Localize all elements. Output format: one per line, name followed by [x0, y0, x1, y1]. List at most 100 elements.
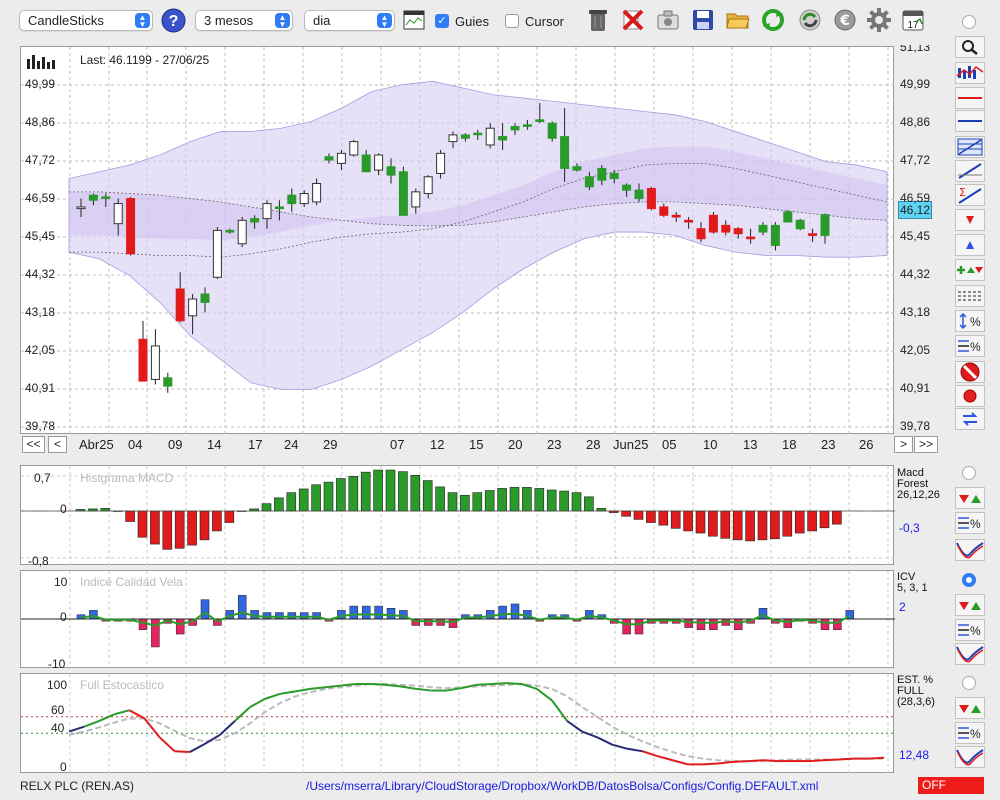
stoch-signals-button[interactable]	[955, 697, 985, 719]
stoch-k-segment	[385, 683, 402, 688]
red-hline-button[interactable]	[955, 87, 985, 109]
dashed-lines-button[interactable]	[955, 285, 985, 307]
macd-bar	[447, 492, 458, 512]
fibonacci-button[interactable]	[955, 136, 985, 158]
candle-pattern-button[interactable]	[955, 62, 985, 84]
open-folder-icon[interactable]	[725, 7, 751, 33]
candle	[634, 189, 644, 200]
settings-gear-icon[interactable]	[866, 7, 892, 33]
main-panel-radio[interactable]	[962, 15, 976, 29]
icv-curve-button[interactable]	[955, 643, 985, 665]
cursor-checkbox[interactable]	[505, 14, 519, 28]
percent-lines-button[interactable]: %	[955, 335, 985, 357]
candle	[76, 206, 86, 210]
delete-icon[interactable]	[620, 7, 646, 33]
macd-title: Histgrama MACD	[80, 471, 174, 485]
signals-icon	[959, 602, 981, 610]
stoch-k-segment	[264, 692, 281, 700]
date-axis-label: 20	[508, 437, 523, 452]
macd-panel[interactable]: Histgrama MACD	[20, 465, 895, 566]
convert-icon[interactable]	[797, 7, 823, 33]
config-path-link[interactable]: /Users/mserra/Library/CloudStorage/Dropb…	[306, 779, 818, 793]
chart-view-icon[interactable]	[401, 7, 427, 33]
arrow-up-button[interactable]	[955, 234, 985, 256]
euro-icon[interactable]: €	[832, 7, 858, 33]
scroll-end-button[interactable]: >>	[914, 436, 938, 453]
interval-select[interactable]: dia ▲ ▼	[304, 10, 395, 31]
scroll-right-button[interactable]: >	[894, 436, 913, 453]
icv-percent-button[interactable]: %	[955, 619, 985, 641]
regression-button[interactable]: Σ	[955, 184, 985, 206]
save-icon[interactable]	[690, 7, 716, 33]
candle	[473, 132, 483, 136]
trend-line-button[interactable]	[955, 160, 985, 182]
calendar-icon[interactable]: 17	[900, 7, 926, 33]
add-signals-button[interactable]	[955, 259, 985, 281]
swap-button[interactable]	[955, 408, 985, 430]
stoch-k-segment	[83, 719, 100, 728]
price-chart-panel[interactable]: Last: 46.1199 - 27/06/25	[20, 46, 895, 435]
macd-curve-button[interactable]	[955, 539, 985, 561]
macd-signals-button[interactable]	[955, 487, 985, 509]
guides-checkbox[interactable]: ✓	[435, 14, 449, 28]
candle	[572, 166, 582, 171]
price-axis-label: 47,72	[900, 153, 931, 167]
price-axis-label: 40,91	[900, 381, 931, 395]
stop-button[interactable]	[955, 361, 985, 383]
candle	[597, 167, 607, 181]
stoch-k-segment	[551, 699, 568, 722]
blue-hline-button[interactable]	[955, 110, 985, 132]
stoch-k-segment	[506, 682, 522, 685]
macd-bar	[708, 510, 718, 537]
zoom-icon	[962, 40, 978, 55]
stoch-k-segment	[295, 687, 311, 693]
macd-bar	[633, 510, 644, 520]
chart-type-select[interactable]: CandleSticks ▲ ▼	[19, 10, 153, 31]
arrow-down-button[interactable]	[955, 209, 985, 231]
stoch-k-segment	[748, 759, 764, 763]
bar-chart-icon[interactable]	[26, 53, 58, 72]
candle	[212, 229, 222, 278]
svg-text:?: ?	[168, 13, 178, 30]
candle	[547, 122, 557, 139]
icv-axis-bottom: -10	[48, 657, 66, 671]
date-axis-label: 26	[859, 437, 874, 452]
dashed-lines-icon	[958, 291, 982, 301]
macd-percent-button[interactable]: %	[955, 512, 985, 534]
icv-signals-button[interactable]	[955, 594, 985, 616]
chevron-updown-icon: ▲ ▼	[135, 13, 150, 29]
stoch-curve-button[interactable]	[955, 746, 985, 768]
trash-icon[interactable]	[585, 7, 611, 33]
icv-panel[interactable]: Indice Calidad Vela	[20, 570, 895, 669]
percent-scale-button[interactable]: %	[955, 310, 985, 332]
stochastic-panel-radio[interactable]	[962, 676, 976, 690]
stoch-k-segment	[717, 760, 734, 765]
icv-panel-radio[interactable]	[962, 573, 976, 587]
percent-lines-icon: %	[958, 517, 981, 531]
zoom-button[interactable]	[955, 36, 985, 58]
macd-bar	[621, 510, 631, 517]
icv-bar	[510, 603, 520, 620]
macd-bar	[509, 487, 520, 512]
stoch-percent-button[interactable]: %	[955, 722, 985, 744]
candle	[758, 224, 768, 233]
last-price-label: Last: 46.1199 - 27/06/25	[80, 53, 210, 67]
stoch-k-segment	[174, 750, 190, 754]
record-button[interactable]	[955, 385, 985, 407]
icv-bar	[783, 618, 793, 628]
camera-icon[interactable]	[655, 7, 681, 33]
candlestick-chart[interactable]	[21, 47, 895, 435]
stoch-k-segment	[581, 730, 598, 739]
stoch-k-segment	[400, 685, 417, 690]
help-icon[interactable]: ?	[160, 7, 186, 33]
macd-bar	[274, 497, 284, 512]
macd-bar	[323, 481, 334, 512]
date-axis-label: Jun25	[613, 437, 649, 452]
refresh-icon[interactable]	[760, 7, 786, 33]
date-axis-label: 29	[323, 437, 338, 452]
price-axis-label: 49,99	[900, 77, 931, 91]
macd-panel-radio[interactable]	[962, 466, 976, 480]
stochastic-panel[interactable]: Full Estocastico	[20, 673, 895, 774]
period-select[interactable]: 3 mesos ▲ ▼	[195, 10, 293, 31]
off-toggle[interactable]: OFF	[918, 777, 984, 794]
